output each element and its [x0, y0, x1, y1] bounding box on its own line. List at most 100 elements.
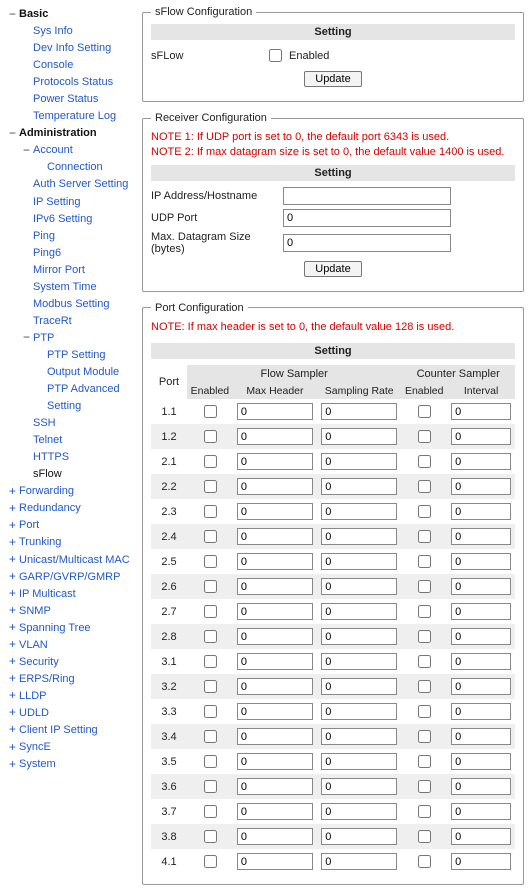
counter-enabled-checkbox[interactable] — [418, 655, 431, 668]
sidebar-item-system[interactable]: System — [19, 756, 56, 773]
flow-enabled-checkbox[interactable] — [204, 555, 217, 568]
flow-enabled-checkbox[interactable] — [204, 805, 217, 818]
expand-icon[interactable]: + — [8, 571, 17, 583]
sidebar-item-tracert[interactable]: TraceRt — [22, 313, 138, 330]
sidebar-item-udld[interactable]: UDLD — [19, 705, 49, 722]
sidebar-item-forwarding[interactable]: Forwarding — [19, 483, 74, 500]
sampling-rate-input[interactable] — [321, 753, 397, 770]
sidebar-item-redundancy[interactable]: Redundancy — [19, 500, 81, 517]
sidebar-item-ping[interactable]: Ping — [22, 228, 138, 245]
sampling-rate-input[interactable] — [321, 578, 397, 595]
sampling-rate-input[interactable] — [321, 778, 397, 795]
counter-enabled-checkbox[interactable] — [418, 505, 431, 518]
sidebar-item-account[interactable]: Account — [33, 142, 73, 159]
expand-icon[interactable]: + — [8, 520, 17, 532]
expand-icon[interactable]: + — [8, 759, 17, 771]
max-header-input[interactable] — [237, 428, 313, 445]
collapse-icon[interactable]: − — [22, 332, 31, 344]
sflow-enabled-checkbox[interactable] — [269, 49, 282, 62]
interval-input[interactable] — [451, 503, 511, 520]
counter-enabled-checkbox[interactable] — [418, 830, 431, 843]
expand-icon[interactable]: + — [8, 639, 17, 651]
interval-input[interactable] — [451, 578, 511, 595]
counter-enabled-checkbox[interactable] — [418, 605, 431, 618]
sidebar-item-security[interactable]: Security — [19, 654, 59, 671]
sidebar-item-vlan[interactable]: VLAN — [19, 637, 48, 654]
expand-icon[interactable]: + — [8, 554, 17, 566]
counter-enabled-checkbox[interactable] — [418, 805, 431, 818]
expand-icon[interactable]: + — [8, 537, 17, 549]
interval-input[interactable] — [451, 678, 511, 695]
interval-input[interactable] — [451, 828, 511, 845]
sidebar-item-dev-info-setting[interactable]: Dev Info Setting — [22, 40, 138, 57]
interval-input[interactable] — [451, 728, 511, 745]
max-header-input[interactable] — [237, 578, 313, 595]
expand-icon[interactable]: + — [8, 486, 17, 498]
flow-enabled-checkbox[interactable] — [204, 580, 217, 593]
max-header-input[interactable] — [237, 678, 313, 695]
collapse-icon[interactable]: − — [8, 128, 17, 140]
interval-input[interactable] — [451, 528, 511, 545]
sidebar-item-https[interactable]: HTTPS — [22, 449, 138, 466]
sidebar-item-output-module[interactable]: Output Module — [36, 364, 138, 381]
counter-enabled-checkbox[interactable] — [418, 430, 431, 443]
sflow-update-button[interactable]: Update — [304, 71, 361, 87]
sampling-rate-input[interactable] — [321, 853, 397, 870]
flow-enabled-checkbox[interactable] — [204, 680, 217, 693]
expand-icon[interactable]: + — [8, 673, 17, 685]
sidebar-item-modbus-setting[interactable]: Modbus Setting — [22, 296, 138, 313]
sidebar-item-ptp-advanced-setting[interactable]: PTP Advanced Setting — [36, 381, 138, 415]
sampling-rate-input[interactable] — [321, 553, 397, 570]
max-header-input[interactable] — [237, 853, 313, 870]
max-header-input[interactable] — [237, 528, 313, 545]
counter-enabled-checkbox[interactable] — [418, 855, 431, 868]
max-header-input[interactable] — [237, 503, 313, 520]
flow-enabled-checkbox[interactable] — [204, 780, 217, 793]
max-header-input[interactable] — [237, 753, 313, 770]
sidebar-item-trunking[interactable]: Trunking — [19, 534, 61, 551]
sidebar-item-temperature-log[interactable]: Temperature Log — [22, 108, 138, 125]
interval-input[interactable] — [451, 403, 511, 420]
expand-icon[interactable]: + — [8, 656, 17, 668]
flow-enabled-checkbox[interactable] — [204, 480, 217, 493]
counter-enabled-checkbox[interactable] — [418, 480, 431, 493]
sidebar-item-mirror-port[interactable]: Mirror Port — [22, 262, 138, 279]
sidebar-item-ip-multicast[interactable]: IP Multicast — [19, 586, 76, 603]
sidebar-item-ip-setting[interactable]: IP Setting — [22, 194, 138, 211]
sidebar-item-ping6[interactable]: Ping6 — [22, 245, 138, 262]
flow-enabled-checkbox[interactable] — [204, 605, 217, 618]
max-header-input[interactable] — [237, 728, 313, 745]
sampling-rate-input[interactable] — [321, 728, 397, 745]
sidebar-item-sflow[interactable]: sFlow — [22, 466, 138, 483]
flow-enabled-checkbox[interactable] — [204, 705, 217, 718]
sampling-rate-input[interactable] — [321, 528, 397, 545]
expand-icon[interactable]: + — [8, 588, 17, 600]
expand-icon[interactable]: + — [8, 742, 17, 754]
max-header-input[interactable] — [237, 703, 313, 720]
max-header-input[interactable] — [237, 828, 313, 845]
interval-input[interactable] — [451, 803, 511, 820]
sidebar-item-system-time[interactable]: System Time — [22, 279, 138, 296]
sidebar-item-protocols-status[interactable]: Protocols Status — [22, 74, 138, 91]
interval-input[interactable] — [451, 603, 511, 620]
expand-icon[interactable]: + — [8, 690, 17, 702]
expand-icon[interactable]: + — [8, 622, 17, 634]
sidebar-item-power-status[interactable]: Power Status — [22, 91, 138, 108]
counter-enabled-checkbox[interactable] — [418, 405, 431, 418]
flow-enabled-checkbox[interactable] — [204, 430, 217, 443]
max-header-input[interactable] — [237, 653, 313, 670]
interval-input[interactable] — [451, 703, 511, 720]
flow-enabled-checkbox[interactable] — [204, 405, 217, 418]
interval-input[interactable] — [451, 753, 511, 770]
flow-enabled-checkbox[interactable] — [204, 505, 217, 518]
interval-input[interactable] — [451, 853, 511, 870]
receiver-udp-input[interactable] — [283, 209, 451, 227]
interval-input[interactable] — [451, 778, 511, 795]
sampling-rate-input[interactable] — [321, 428, 397, 445]
sampling-rate-input[interactable] — [321, 503, 397, 520]
sidebar-item-synce[interactable]: SyncE — [19, 739, 51, 756]
interval-input[interactable] — [451, 653, 511, 670]
sidebar-item-telnet[interactable]: Telnet — [22, 432, 138, 449]
flow-enabled-checkbox[interactable] — [204, 530, 217, 543]
expand-icon[interactable]: + — [8, 503, 17, 515]
